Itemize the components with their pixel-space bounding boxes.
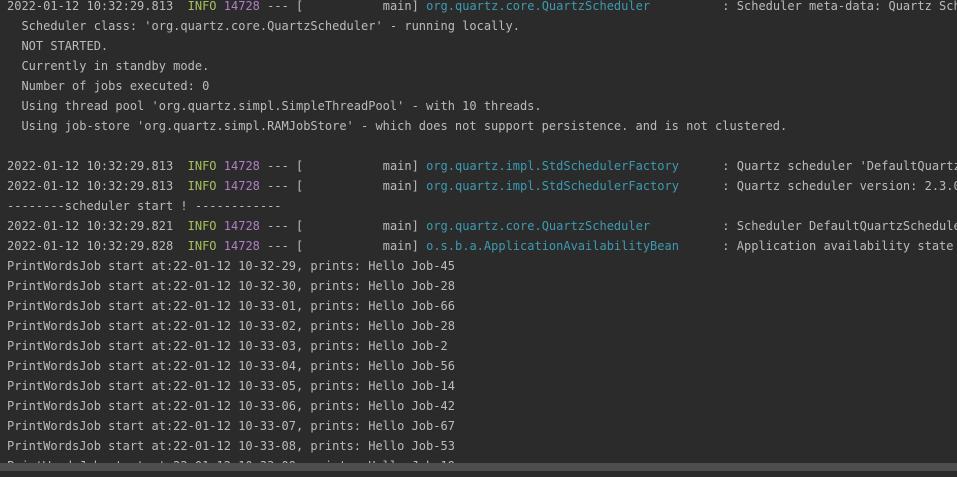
console-text-line: Currently in standby mode. — [7, 56, 957, 76]
log-thread: main — [303, 179, 412, 193]
log-level: INFO — [187, 159, 217, 173]
log-thread: main — [303, 0, 412, 13]
console-text-line: PrintWordsJob start at:22-01-12 10-32-30… — [7, 276, 957, 296]
console-text: PrintWordsJob start at:22-01-12 10-33-02… — [7, 319, 455, 333]
console-text: PrintWordsJob start at:22-01-12 10-32-30… — [7, 279, 455, 293]
console-text-line: --------scheduler start ! ------------ — [7, 196, 957, 216]
log-level: INFO — [187, 179, 217, 193]
log-level: INFO — [187, 239, 217, 253]
console-text-line: PrintWordsJob start at:22-01-12 10-33-03… — [7, 336, 957, 356]
console-text-line: PrintWordsJob start at:22-01-12 10-33-08… — [7, 436, 957, 456]
console-text: Using job-store 'org.quartz.simpl.RAMJob… — [7, 119, 788, 133]
log-timestamp: 2022-01-12 10:32:29.828 — [7, 239, 174, 253]
log-logger: org.quartz.core.QuartzScheduler — [426, 219, 716, 233]
horizontal-scrollbar[interactable] — [0, 463, 957, 477]
console-text-line: NOT STARTED. — [7, 36, 957, 56]
console-text-line: PrintWordsJob start at:22-01-12 10-33-06… — [7, 396, 957, 416]
log-thread: main — [303, 159, 412, 173]
log-logger: o.s.b.a.ApplicationAvailabilityBean — [426, 239, 716, 253]
console-text: Number of jobs executed: 0 — [7, 79, 210, 93]
horizontal-scrollbar-thumb[interactable] — [0, 463, 957, 471]
log-message: Scheduler DefaultQuartzScheduler_$_ — [736, 219, 957, 233]
log-thread: main — [303, 219, 412, 233]
log-timestamp: 2022-01-12 10:32:29.813 — [7, 0, 174, 13]
log-separator: --- — [267, 179, 289, 193]
log-thread: main — [303, 239, 412, 253]
log-line: 2022-01-12 10:32:29.821 INFO 14728 --- [… — [7, 216, 957, 236]
log-separator: --- — [267, 239, 289, 253]
console-text: Using thread pool 'org.quartz.simpl.Simp… — [7, 99, 542, 113]
console-text: PrintWordsJob start at:22-01-12 10-33-06… — [7, 399, 455, 413]
console-output[interactable]: 2022-01-12 10:32:29.813 INFO 14728 --- [… — [0, 0, 957, 477]
console-text-line: PrintWordsJob start at:22-01-12 10-33-02… — [7, 316, 957, 336]
log-timestamp: 2022-01-12 10:32:29.813 — [7, 179, 174, 193]
log-pid: 14728 — [223, 219, 260, 233]
console-text-line: PrintWordsJob start at:22-01-12 10-33-05… — [7, 376, 957, 396]
console-text-line: Scheduler class: 'org.quartz.core.Quartz… — [7, 16, 957, 36]
console-text: PrintWordsJob start at:22-01-12 10-33-04… — [7, 359, 455, 373]
console-lines: 2022-01-12 10:32:29.813 INFO 14728 --- [… — [0, 0, 957, 476]
console-text-line: PrintWordsJob start at:22-01-12 10-33-01… — [7, 296, 957, 316]
log-message: Scheduler meta-data: Quartz Schedul — [736, 0, 957, 13]
log-line: 2022-01-12 10:32:29.813 INFO 14728 --- [… — [7, 156, 957, 176]
log-level: INFO — [187, 0, 217, 13]
console-text: PrintWordsJob start at:22-01-12 10-32-29… — [7, 259, 455, 273]
log-separator: --- — [267, 219, 289, 233]
console-text-line: Using job-store 'org.quartz.simpl.RAMJob… — [7, 116, 957, 136]
console-text: --------scheduler start ! ------------ — [7, 199, 282, 213]
log-logger: org.quartz.core.QuartzScheduler — [426, 0, 716, 13]
log-pid: 14728 — [223, 159, 260, 173]
log-logger: org.quartz.impl.StdSchedulerFactory — [426, 179, 716, 193]
log-separator: --- — [267, 0, 289, 13]
log-level: INFO — [187, 219, 217, 233]
log-message: Quartz scheduler 'DefaultQuartzSche — [736, 159, 957, 173]
console-text-line: Using thread pool 'org.quartz.simpl.Simp… — [7, 96, 957, 116]
console-text-line: Number of jobs executed: 0 — [7, 76, 957, 96]
log-separator: --- — [267, 159, 289, 173]
console-text: PrintWordsJob start at:22-01-12 10-33-05… — [7, 379, 455, 393]
console-text-line: PrintWordsJob start at:22-01-12 10-33-07… — [7, 416, 957, 436]
console-text: PrintWordsJob start at:22-01-12 10-33-03… — [7, 339, 448, 353]
console-text: Currently in standby mode. — [7, 59, 210, 73]
log-timestamp: 2022-01-12 10:32:29.821 — [7, 219, 174, 233]
log-pid: 14728 — [223, 0, 260, 13]
log-message: Application availability state Read — [736, 239, 954, 253]
log-line: 2022-01-12 10:32:29.828 INFO 14728 --- [… — [7, 236, 957, 256]
console-text-line: PrintWordsJob start at:22-01-12 10-32-29… — [7, 256, 957, 276]
log-line: 2022-01-12 10:32:29.813 INFO 14728 --- [… — [7, 176, 957, 196]
log-line: 2022-01-12 10:32:29.813 INFO 14728 --- [… — [7, 0, 957, 16]
log-message: Quartz scheduler version: 2.3.0 — [736, 179, 957, 193]
log-pid: 14728 — [223, 239, 260, 253]
console-text: Scheduler class: 'org.quartz.core.Quartz… — [7, 19, 520, 33]
console-text: PrintWordsJob start at:22-01-12 10-33-01… — [7, 299, 455, 313]
console-text-line: PrintWordsJob start at:22-01-12 10-33-04… — [7, 356, 957, 376]
console-text: PrintWordsJob start at:22-01-12 10-33-07… — [7, 419, 455, 433]
console-text: PrintWordsJob start at:22-01-12 10-33-08… — [7, 439, 455, 453]
console-text: NOT STARTED. — [7, 39, 109, 53]
console-text-line — [7, 136, 957, 156]
log-logger: org.quartz.impl.StdSchedulerFactory — [426, 159, 716, 173]
log-pid: 14728 — [223, 179, 260, 193]
log-timestamp: 2022-01-12 10:32:29.813 — [7, 159, 174, 173]
